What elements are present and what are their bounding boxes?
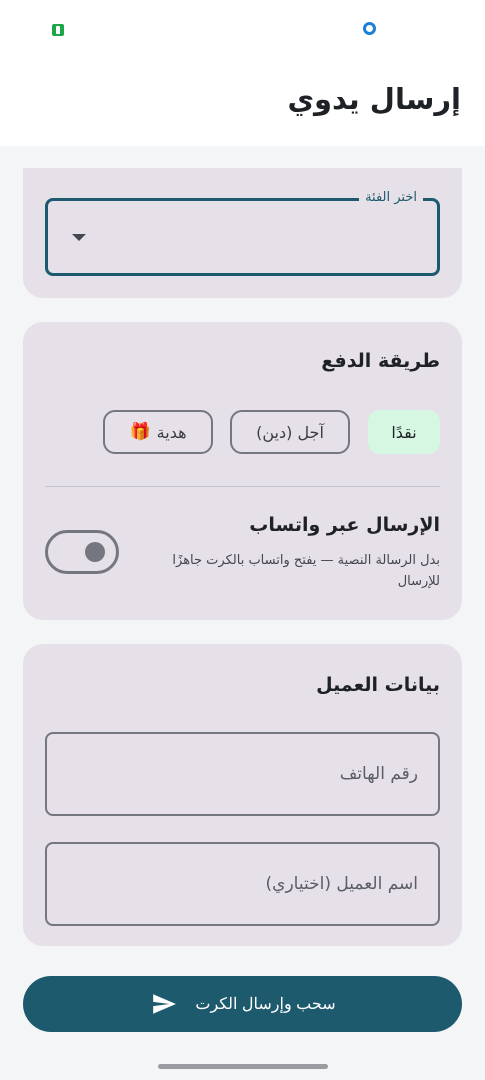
app-status-icon: [363, 22, 376, 35]
whatsapp-send-description: بدل الرسالة النصية — يفتح واتساب بالكرت …: [172, 553, 440, 589]
submit-button-label: سحب وإرسال الكرت: [195, 996, 336, 1013]
payment-card: طريقة الدفع نقدًا آجل (دين) هدية 🎁 الإرس…: [23, 322, 462, 620]
notification-icon: [52, 24, 64, 36]
category-dropdown[interactable]: اختر الفئة: [45, 190, 440, 276]
payment-option-cash[interactable]: نقدًا: [368, 410, 440, 454]
toggle-thumb: [85, 542, 105, 562]
whatsapp-toggle[interactable]: [45, 530, 119, 574]
page-title: إرسال يدوي: [287, 82, 461, 116]
customer-data-title: بيانات العميل: [316, 674, 440, 696]
payment-option-deferred-label: آجل (دين): [256, 422, 324, 442]
withdraw-send-card-button[interactable]: سحب وإرسال الكرت: [23, 976, 462, 1032]
payment-option-gift-label: هدية: [156, 422, 187, 442]
customer-name-input[interactable]: [45, 842, 440, 926]
category-dropdown-label: اختر الفئة: [359, 190, 423, 205]
home-indicator: [158, 1064, 328, 1069]
phone-input[interactable]: [45, 732, 440, 816]
whatsapp-send-title: الإرسال عبر واتساب: [249, 514, 440, 536]
dropdown-arrow-icon: [72, 234, 86, 241]
gift-icon: 🎁: [129, 422, 151, 442]
payment-option-deferred[interactable]: آجل (دين): [230, 410, 350, 454]
payment-option-gift[interactable]: هدية 🎁: [103, 410, 213, 454]
payment-option-cash-label: نقدًا: [391, 422, 417, 442]
customer-card: بيانات العميل: [23, 644, 462, 946]
app-bar: إرسال يدوي: [0, 60, 485, 146]
divider: [45, 486, 440, 487]
main-content: اختر الفئة طريقة الدفع نقدًا آجل (دين) ه…: [0, 146, 485, 1080]
payment-method-title: طريقة الدفع: [321, 350, 440, 372]
send-icon: [153, 994, 177, 1014]
category-card: اختر الفئة: [23, 168, 462, 298]
status-bar: [0, 0, 485, 60]
